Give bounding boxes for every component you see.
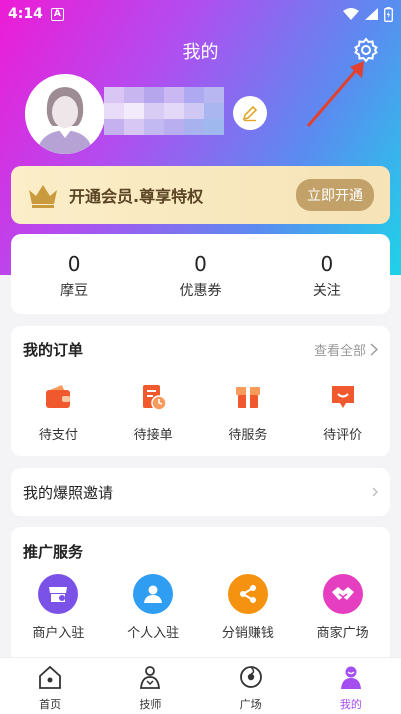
status-time: 4:14 <box>8 6 43 22</box>
promo-label: 分销赚钱 <box>221 626 274 641</box>
nav-home[interactable]: 首页 <box>0 658 100 714</box>
profile-icon <box>340 666 361 689</box>
invite-row[interactable]: 我的爆照邀请 <box>11 468 390 516</box>
order-label: 待支付 <box>38 428 78 443</box>
technician-icon <box>140 666 161 689</box>
person-icon <box>133 574 174 614</box>
promo-label: 个人入驻 <box>127 626 180 641</box>
stat-value: 0 <box>194 252 207 276</box>
order-pending-service[interactable]: 待服务 <box>201 372 296 443</box>
vip-banner[interactable]: 开通会员.尊享特权 立即开通 <box>11 166 390 224</box>
promo-merchant-join[interactable]: 商户入驻 <box>11 574 106 641</box>
square-icon <box>239 666 262 688</box>
stat-label: 关注 <box>312 283 341 299</box>
annotation-arrow-icon <box>306 61 364 127</box>
vip-text: 开通会员.尊享特权 <box>69 187 204 206</box>
view-all-orders-link[interactable]: 查看全部 <box>314 340 378 359</box>
status-bar: 4:14 A <box>0 0 401 28</box>
wallet-icon <box>46 385 71 408</box>
stat-label: 摩豆 <box>60 283 89 299</box>
clock-document-icon <box>143 385 167 411</box>
home-icon <box>39 665 62 689</box>
vip-open-button[interactable]: 立即开通 <box>296 179 374 211</box>
promo-title: 推广服务 <box>23 543 84 561</box>
nav-square[interactable]: 广场 <box>201 658 301 714</box>
pencil-icon <box>242 105 258 122</box>
stats-card: 0 摩豆 0 优惠券 0 关注 <box>11 234 390 314</box>
nav-profile[interactable]: 我的 <box>301 658 401 714</box>
crown-icon <box>29 185 57 208</box>
wifi-icon <box>343 8 359 20</box>
stat-value: 0 <box>67 252 81 276</box>
nickname-blurred <box>104 87 224 135</box>
avatar[interactable] <box>25 74 105 154</box>
bottom-nav: 首页 技师 广场 我的 <box>0 657 401 714</box>
stat-following[interactable]: 0 关注 <box>264 234 390 314</box>
stat-coupons[interactable]: 0 优惠券 <box>137 234 263 314</box>
edit-profile-button[interactable] <box>233 96 267 130</box>
gift-box-icon <box>235 387 260 408</box>
stat-label: 优惠券 <box>179 283 222 299</box>
order-label: 待接单 <box>133 428 173 443</box>
battery-icon <box>384 6 393 22</box>
promo-label: 商户入驻 <box>32 626 85 641</box>
order-pending-payment[interactable]: 待支付 <box>11 372 106 443</box>
promo-services-card: 推广服务 商户入驻 个人入驻 分销赚钱 商家广场 <box>11 527 390 667</box>
promo-personal-join[interactable]: 个人入驻 <box>106 574 201 641</box>
promo-merchant-square[interactable]: 商家广场 <box>295 574 390 641</box>
default-avatar-icon <box>25 74 105 154</box>
merchant-icon <box>38 574 79 614</box>
stat-modou[interactable]: 0 摩豆 <box>11 234 137 314</box>
order-label: 待服务 <box>228 428 268 443</box>
order-label: 待评价 <box>323 428 363 443</box>
comment-icon <box>331 386 354 408</box>
handshake-icon <box>322 574 363 614</box>
view-all-label: 查看全部 <box>313 343 366 359</box>
share-icon <box>227 574 268 614</box>
nav-label: 广场 <box>239 698 262 711</box>
promo-distribution[interactable]: 分销赚钱 <box>201 574 296 641</box>
nav-label: 首页 <box>39 698 62 711</box>
signal-icon <box>365 8 378 20</box>
chevron-right-icon <box>370 342 378 356</box>
order-pending-accept[interactable]: 待接单 <box>106 372 201 443</box>
orders-header: 我的订单 查看全部 <box>11 326 390 372</box>
stat-value: 0 <box>320 252 334 276</box>
orders-title: 我的订单 <box>23 340 84 359</box>
nav-label: 技师 <box>139 698 162 711</box>
order-status-row: 待支付 待接单 待服务 待评价 <box>11 372 390 443</box>
nav-technician[interactable]: 技师 <box>100 658 200 714</box>
chevron-right-icon <box>372 487 378 497</box>
promo-row: 商户入驻 个人入驻 分销赚钱 商家广场 <box>11 574 390 641</box>
orders-card: 我的订单 查看全部 待支付 待接单 待服务 待评价 <box>11 326 390 456</box>
promo-label: 商家广场 <box>316 626 369 641</box>
notification-a-icon: A <box>50 7 64 21</box>
order-pending-review[interactable]: 待评价 <box>295 372 390 443</box>
nav-label: 我的 <box>339 698 362 711</box>
invite-label: 我的爆照邀请 <box>23 483 114 502</box>
